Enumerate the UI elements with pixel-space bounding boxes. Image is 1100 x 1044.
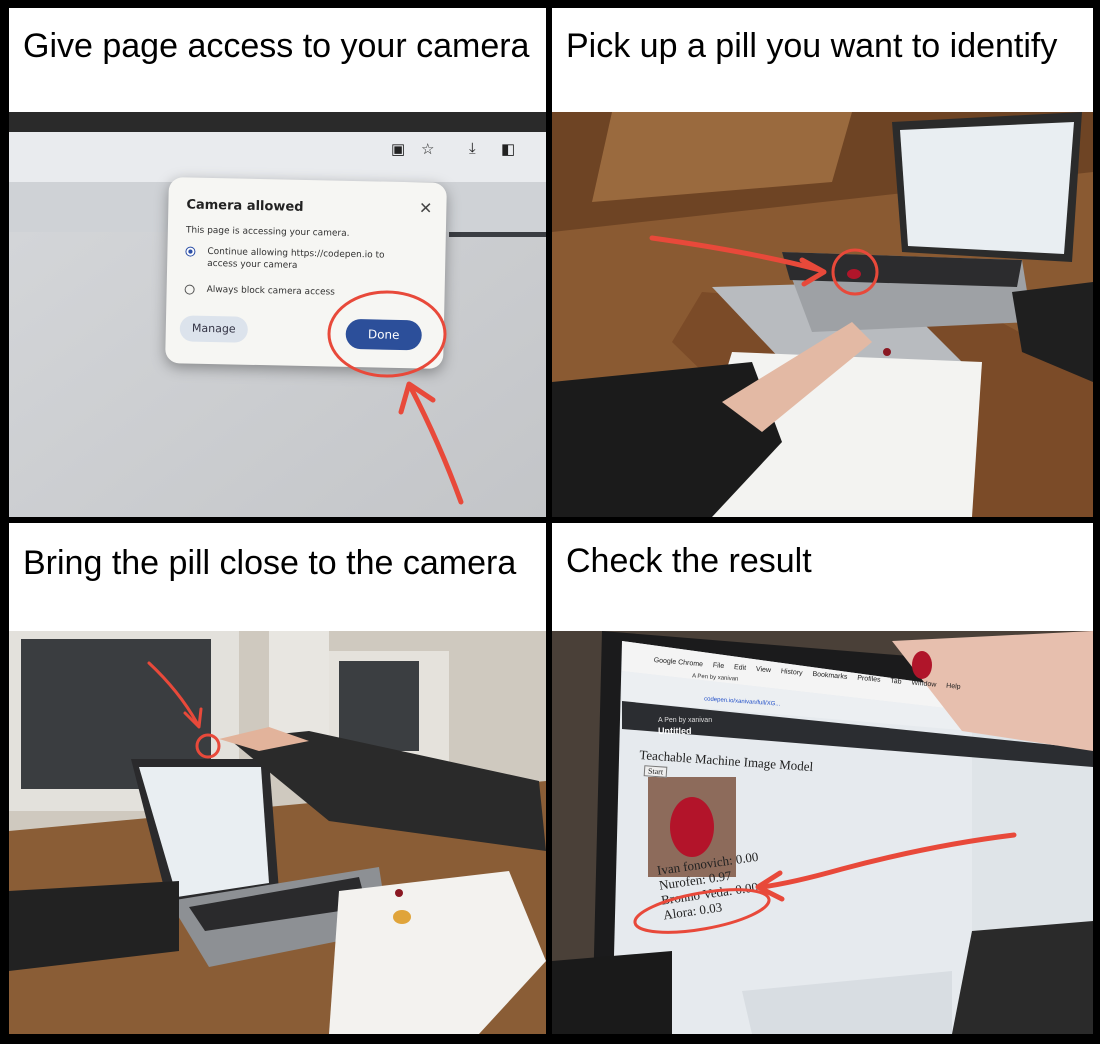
step-1-photo: ▣ ☆ ⤓ ◧ Camera allowed ✕ This page is ac… [9,112,546,517]
annotation-arrow-done [327,290,464,505]
step-1-panel: Give page access to your camera ▣ ☆ ⤓ ◧ … [9,8,546,517]
annotation-arrow-pill [649,235,891,356]
step-2-photo [552,112,1093,517]
step-4-panel: Check the result Google Chrome File Edit… [552,523,1093,1034]
annotation-arrow-result [633,832,1017,934]
step-1-caption: Give page access to your camera [23,27,530,65]
step-3-photo [9,631,546,1034]
step-2-panel: Pick up a pill you want to identify [552,8,1093,517]
step-2-caption: Pick up a pill you want to identify [566,27,1058,65]
step-3-caption: Bring the pill close to the camera [23,544,517,582]
step-3-panel: Bring the pill close to the camera [9,523,546,1034]
annotation-arrow-camera [147,661,221,759]
step-4-photo: Google Chrome File Edit View History Boo… [552,631,1093,1034]
step-4-caption: Check the result [566,542,812,580]
